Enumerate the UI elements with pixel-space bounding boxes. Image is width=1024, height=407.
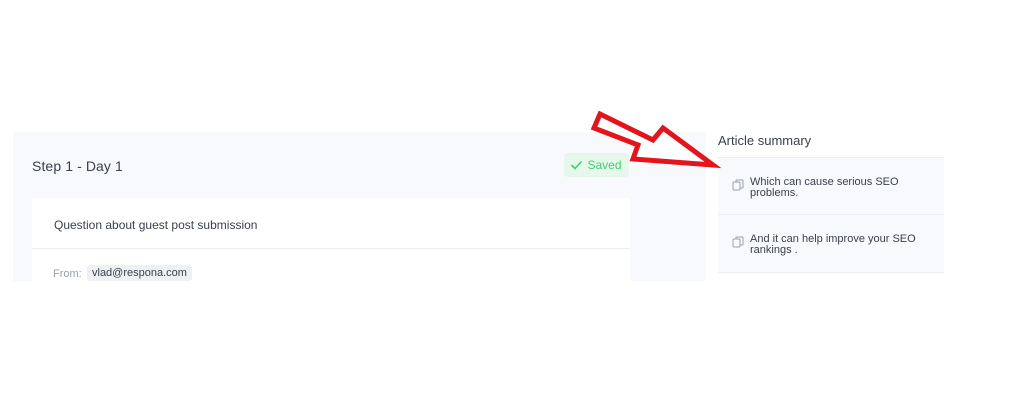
- red-arrow-icon: [590, 110, 722, 169]
- email-divider: [32, 248, 630, 249]
- email-from-chip[interactable]: vlad@respona.com: [87, 265, 192, 281]
- summary-item[interactable]: And it can help improve your SEO ranking…: [718, 214, 944, 273]
- email-subject[interactable]: Question about guest post submission: [54, 218, 257, 232]
- article-summary-list: Which can cause serious SEO problems. An…: [718, 157, 944, 273]
- email-card: Question about guest post submission Fro…: [32, 198, 630, 281]
- summary-item-text: And it can help improve your SEO ranking…: [750, 233, 916, 256]
- copy-icon[interactable]: [732, 236, 744, 248]
- summary-item[interactable]: Which can cause serious SEO problems.: [718, 157, 944, 214]
- check-icon: [571, 160, 583, 169]
- step-title: Step 1 - Day 1: [32, 158, 123, 174]
- copy-icon[interactable]: [732, 179, 744, 191]
- summary-item-text: Which can cause serious SEO problems.: [750, 176, 899, 199]
- email-from-label: From:: [53, 268, 82, 280]
- article-summary-title: Article summary: [718, 133, 812, 148]
- screenshot-stage: Step 1 - Day 1 Saved Question about gues…: [0, 0, 1024, 407]
